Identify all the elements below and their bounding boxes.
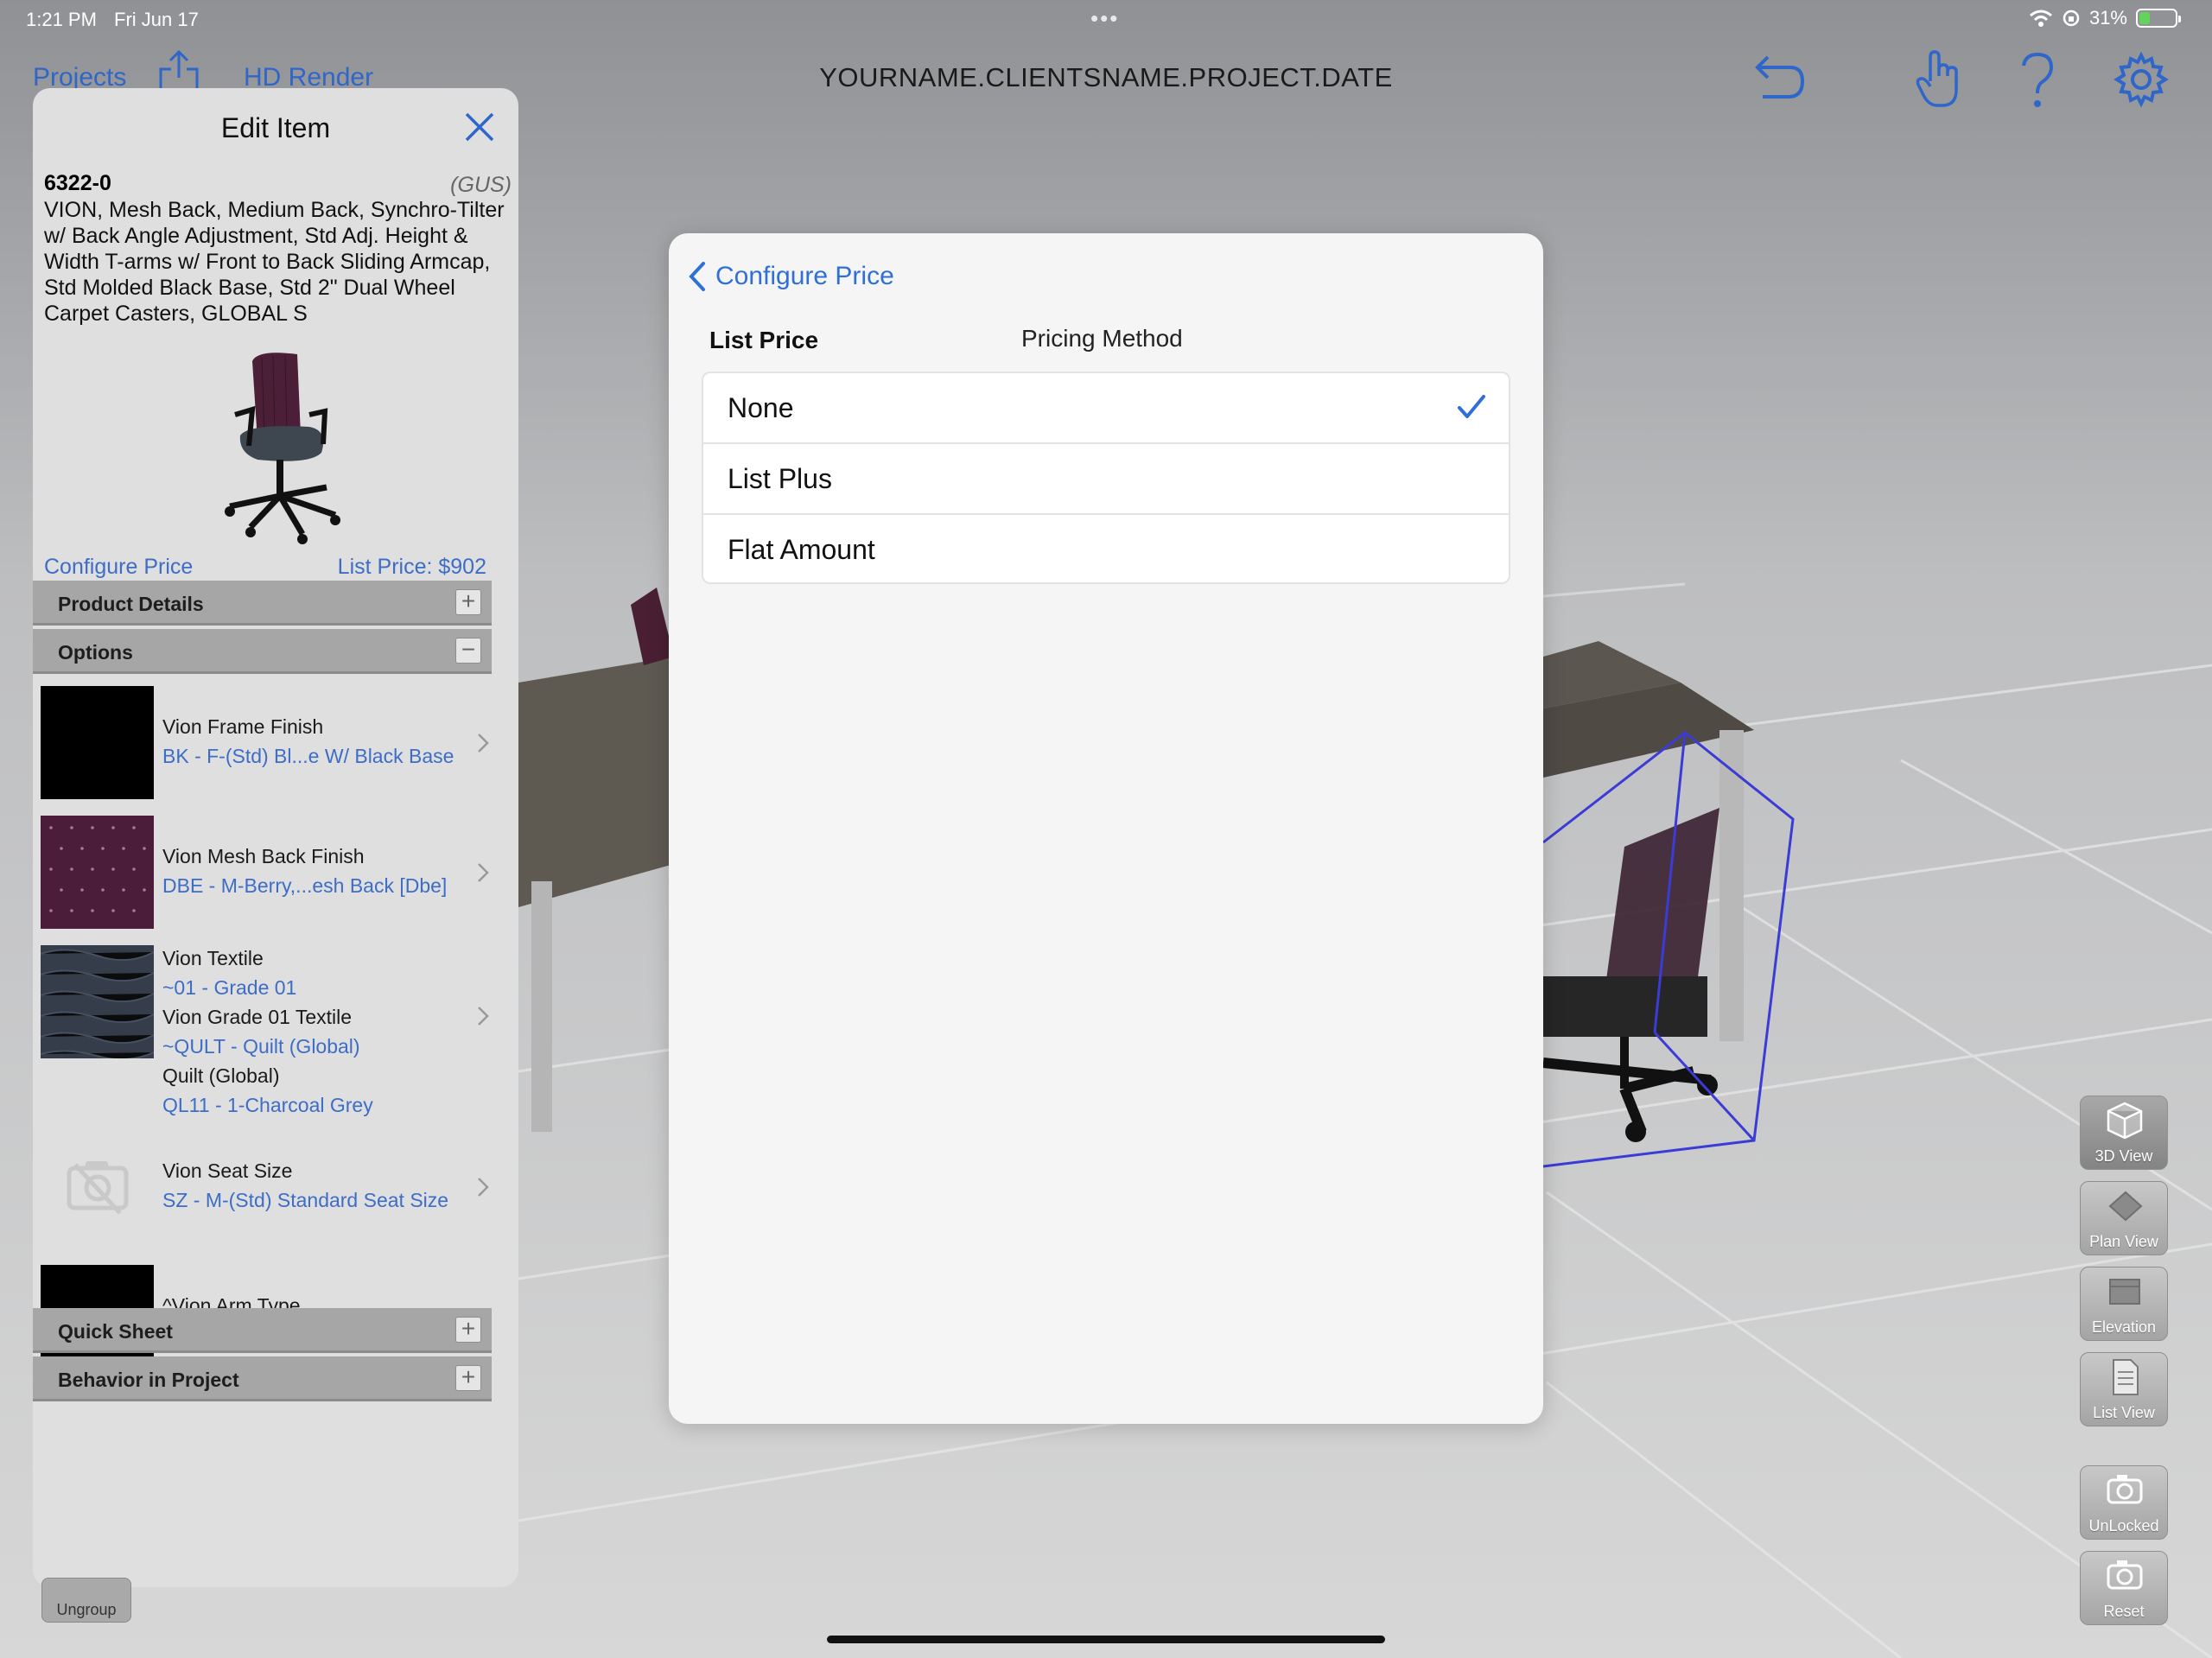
option-row-mesh-back-finish[interactable]: Vion Mesh Back Finish DBE - M-Berry,...e… (33, 805, 492, 933)
back-label: Configure Price (715, 262, 894, 290)
option-row-seat-size[interactable]: Vion Seat Size SZ - M-(Std) Standard Sea… (33, 1121, 492, 1249)
help-icon[interactable] (2018, 52, 2056, 109)
swatch-mesh-back-finish (41, 816, 154, 929)
home-indicator[interactable] (827, 1636, 1385, 1643)
no-image-camera-icon (67, 1161, 129, 1215)
list-price-header: List Price (709, 327, 819, 353)
battery-percent: 31% (2088, 7, 2127, 29)
panel-title: Edit Item (220, 112, 331, 143)
camera-reset-icon (2107, 1560, 2143, 1590)
option-subtitle: Quilt (Global) (162, 1064, 280, 1087)
method-label: List Plus (728, 463, 832, 494)
method-row-list-plus[interactable]: List Plus (703, 444, 1509, 515)
orientation-lock-icon (2063, 10, 2080, 27)
option-value: SZ - M-(Std) Standard Seat Size (162, 1189, 449, 1211)
item-description: VION, Mesh Back, Medium Back, Synchro-Ti… (44, 198, 505, 326)
close-icon[interactable] (463, 111, 496, 143)
chevron-right-icon (478, 1178, 489, 1197)
checkmark-icon (1458, 395, 1485, 418)
chevron-left-icon (689, 262, 705, 291)
undo-icon[interactable] (1747, 50, 1808, 102)
section-behavior-in-project[interactable]: Behavior in Project + (33, 1356, 492, 1401)
method-row-none[interactable]: None (703, 373, 1509, 444)
chevron-right-icon (478, 863, 489, 882)
configure-price-link[interactable]: Configure Price (44, 555, 193, 580)
status-time: 1:21 PM (26, 9, 97, 30)
method-label: Flat Amount (728, 534, 875, 565)
ungroup-button[interactable]: Ungroup (41, 1578, 131, 1623)
section-label: Behavior in Project (58, 1369, 239, 1391)
section-label: Options (58, 641, 133, 664)
plan-view-button[interactable]: Plan View (2080, 1181, 2168, 1255)
option-value: ~01 - Grade 01 (162, 976, 297, 999)
camera-icon (2107, 1475, 2143, 1504)
option-value: DBE - M-Berry,...esh Back [Dbe] (162, 874, 448, 897)
cube-icon (2107, 1102, 2143, 1140)
elevation-icon (2109, 1279, 2140, 1305)
section-product-details[interactable]: Product Details + (33, 581, 492, 626)
option-value: BK - F-(Std) Bl...e W/ Black Base (162, 745, 454, 767)
collapse-icon[interactable]: − (455, 638, 481, 664)
method-row-flat-amount[interactable]: Flat Amount (703, 515, 1509, 582)
expand-icon[interactable]: + (455, 1365, 481, 1391)
view-label: 3D View (2094, 1147, 2153, 1165)
3d-view-button[interactable]: 3D View (2080, 1096, 2168, 1170)
option-subvalue: ~QULT - Quilt (Global) (162, 1035, 360, 1058)
section-quick-sheet[interactable]: Quick Sheet + (33, 1308, 492, 1353)
view-label: Elevation (2091, 1318, 2157, 1336)
camera-reset-button[interactable]: Reset (2080, 1551, 2168, 1625)
view-label: Plan View (2089, 1233, 2158, 1250)
configure-price-popover: Configure Price List Price Pricing Metho… (669, 233, 1543, 1424)
option-row-frame-finish[interactable]: Vion Frame Finish BK - F-(Std) Bl...e W/… (33, 676, 492, 804)
method-label: None (728, 392, 794, 423)
list-price-link[interactable]: List Price: $902 (338, 555, 486, 580)
pricing-method-header: Pricing Method (1021, 325, 1183, 352)
gear-icon[interactable] (2112, 50, 2171, 109)
section-options[interactable]: Options − (33, 629, 492, 674)
item-code: 6322-0 (44, 171, 111, 195)
section-label: Quick Sheet (58, 1320, 173, 1343)
view-label: UnLocked (2088, 1517, 2159, 1534)
list-view-button[interactable]: List View (2080, 1352, 2168, 1426)
hand-pointer-icon[interactable] (1915, 50, 1967, 109)
back-button[interactable]: Configure Price (688, 261, 894, 292)
option-title: Vion Seat Size (162, 1159, 293, 1182)
camera-unlocked-button[interactable]: UnLocked (2080, 1465, 2168, 1540)
status-bar: 1:21 PM Fri Jun 17 ••• 31% (0, 0, 2212, 38)
view-label: List View (2093, 1404, 2155, 1421)
options-list[interactable]: Vion Frame Finish BK - F-(Std) Bl...e W/… (33, 676, 492, 1394)
section-label: Product Details (58, 593, 204, 615)
battery-fill (2139, 12, 2151, 24)
option-title: Vion Frame Finish (162, 715, 324, 738)
elevation-view-button[interactable]: Elevation (2080, 1267, 2168, 1341)
swatch-textile (41, 945, 154, 1058)
view-label: Reset (2103, 1603, 2145, 1620)
option-title: Vion Textile (162, 947, 264, 969)
expand-icon[interactable]: + (455, 1317, 481, 1343)
battery-icon (2136, 9, 2181, 28)
item-brand: (GUS) (450, 173, 512, 197)
product-image (225, 353, 340, 544)
pricing-method-list: None List Plus Flat Amount (702, 372, 1510, 584)
option-subtitle: Vion Grade 01 Textile (162, 1006, 353, 1028)
status-indicators: 31% (2029, 7, 2181, 29)
wifi-icon (2029, 10, 2052, 27)
option-subvalue: QL11 - 1-Charcoal Grey (162, 1094, 373, 1116)
edit-item-panel: Edit Item 6322-0 (GUS) VION, Mesh Back, … (33, 88, 518, 1587)
option-row-textile[interactable]: Vion Textile ~01 - Grade 01 Vion Grade 0… (33, 935, 492, 1116)
chevron-right-icon (478, 1007, 489, 1026)
option-title: Vion Mesh Back Finish (162, 845, 365, 867)
swatch-frame-finish (41, 686, 154, 799)
chevron-right-icon (478, 734, 489, 753)
plan-icon (2108, 1191, 2143, 1222)
document-icon (2113, 1359, 2139, 1395)
expand-icon[interactable]: + (455, 589, 481, 615)
multitasking-dots-icon[interactable]: ••• (1090, 5, 1119, 32)
status-date: Fri Jun 17 (114, 9, 199, 30)
